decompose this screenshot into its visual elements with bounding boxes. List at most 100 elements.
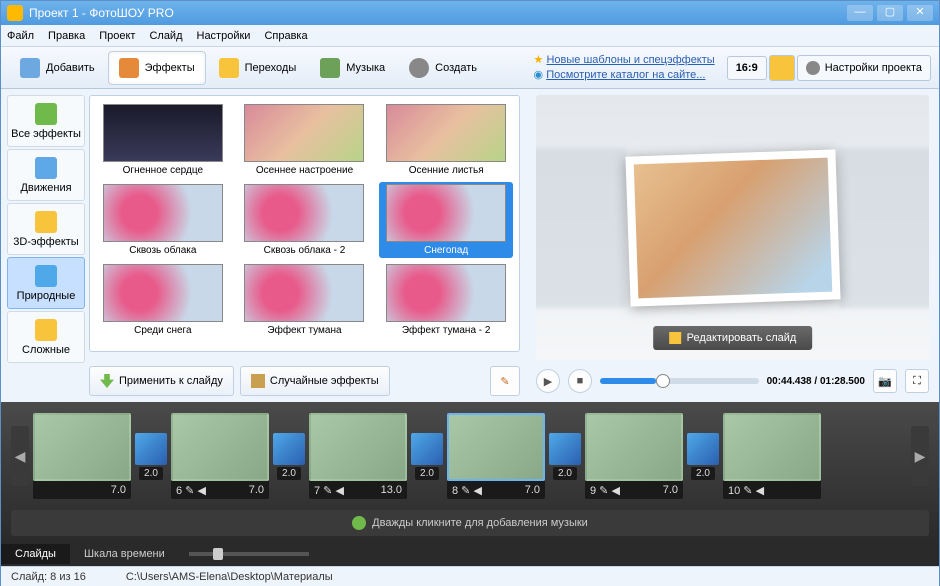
preview-image [625, 149, 840, 306]
transition-thumb[interactable]: 2.0 [135, 433, 167, 480]
transition-thumb[interactable]: 2.0 [411, 433, 443, 480]
tab-timeline[interactable]: Шкала времени [70, 544, 179, 564]
effect-label: Осеннее настроение [256, 165, 353, 176]
play-button[interactable]: ▶ [536, 369, 560, 393]
menu-Проект[interactable]: Проект [99, 30, 135, 42]
aspect-ratio-button[interactable]: 16:9 [727, 56, 767, 80]
catalog-link[interactable]: Посмотрите каталог на сайте... [546, 69, 705, 81]
category-label: Сложные [22, 344, 70, 356]
refresh-icon [352, 516, 366, 530]
effect-thumb[interactable]: Снегопад [379, 182, 513, 258]
display-mode-button[interactable] [769, 55, 795, 81]
random-effects-button[interactable]: Случайные эффекты [240, 366, 390, 396]
effect-preview [386, 184, 506, 242]
effect-thumb[interactable]: Среди снега [96, 262, 230, 338]
toolbar: Добавить Эффекты Переходы Музыка Создать… [1, 47, 939, 89]
effects-tab[interactable]: Эффекты [108, 51, 206, 85]
category-4[interactable]: Сложные [7, 311, 85, 363]
effect-label: Среди снега [134, 325, 191, 336]
brush-button[interactable]: ✎ [490, 366, 520, 396]
effect-preview [103, 104, 223, 162]
slide-thumb [585, 413, 683, 481]
effect-preview [244, 184, 364, 242]
note-icon [320, 58, 340, 78]
menu-Правка[interactable]: Правка [48, 30, 85, 42]
timeline-next-button[interactable]: ▶ [911, 426, 929, 486]
transition-preview [135, 433, 167, 465]
snapshot-button[interactable]: 📷 [873, 369, 897, 393]
palette-icon [119, 58, 139, 78]
category-label: Все эффекты [11, 128, 81, 140]
slide-duration: 7.0 [249, 484, 264, 496]
effects-gallery: Огненное сердце Осеннее настроение Осенние… [89, 95, 520, 352]
category-3[interactable]: Природные [7, 257, 85, 309]
tab-slides[interactable]: Слайды [1, 544, 70, 564]
slide-thumb [723, 413, 821, 481]
timeline-prev-button[interactable]: ◀ [11, 426, 29, 486]
transition-duration: 2.0 [139, 467, 163, 480]
slide-number: 8 ✎ ◀ [452, 484, 482, 497]
effect-label: Сквозь облака - 2 [264, 245, 346, 256]
timeline-slide[interactable]: 10 ✎ ◀ [723, 413, 821, 499]
effect-thumb[interactable]: Эффект тумана - 2 [379, 262, 513, 338]
templates-link[interactable]: Новые шаблоны и спецэффекты [546, 54, 714, 66]
effect-label: Снегопад [424, 245, 468, 256]
transition-thumb[interactable]: 2.0 [687, 433, 719, 480]
category-1[interactable]: Движения [7, 149, 85, 201]
effect-preview [244, 264, 364, 322]
slide-thumb [309, 413, 407, 481]
window-title: Проект 1 - ФотоШОУ PRO [29, 6, 847, 20]
time-display: 00:44.438 / 01:28.500 [767, 376, 865, 387]
effect-thumb[interactable]: Осенние листья [379, 102, 513, 178]
effect-thumb[interactable]: Сквозь облака - 2 [238, 182, 372, 258]
effect-thumb[interactable]: Осеннее настроение [238, 102, 372, 178]
menu-Справка[interactable]: Справка [264, 30, 307, 42]
timeline-slide[interactable]: 7 ✎ ◀13.0 [309, 413, 407, 499]
slide-number: 7 ✎ ◀ [314, 484, 344, 497]
music-hint: Дважды кликните для добавления музыки [372, 517, 588, 529]
fullscreen-button[interactable]: ⛶ [905, 369, 929, 393]
menu-Файл[interactable]: Файл [7, 30, 34, 42]
category-0[interactable]: Все эффекты [7, 95, 85, 147]
slide-thumb [171, 413, 269, 481]
statusbar: Слайд: 8 из 16 C:\Users\AMS-Elena\Deskto… [1, 566, 939, 586]
timeline-slide[interactable]: 8 ✎ ◀ 7.0 [447, 413, 545, 499]
stop-button[interactable]: ■ [568, 369, 592, 393]
star-icon [219, 58, 239, 78]
effect-thumb[interactable]: Сквозь облака [96, 182, 230, 258]
project-settings-button[interactable]: Настройки проекта [797, 55, 931, 81]
transition-duration: 2.0 [553, 467, 577, 480]
seek-slider[interactable] [600, 378, 759, 384]
create-tab[interactable]: Создать [398, 51, 488, 85]
category-2[interactable]: 3D-эффекты [7, 203, 85, 255]
transitions-tab[interactable]: Переходы [208, 51, 308, 85]
category-icon [35, 211, 57, 233]
music-track[interactable]: Дважды кликните для добавления музыки [11, 510, 929, 536]
timeline-slide[interactable]: 9 ✎ ◀7.0 [585, 413, 683, 499]
menu-Настройки[interactable]: Настройки [197, 30, 251, 42]
maximize-button[interactable]: ▢ [877, 5, 903, 21]
timeline-slide[interactable]: 6 ✎ ◀ 7.0 [171, 413, 269, 499]
timeline-slide[interactable]: 7.0 [33, 413, 131, 499]
slide-duration: 7.0 [525, 484, 540, 496]
music-tab[interactable]: Музыка [309, 51, 396, 85]
menu-Слайд[interactable]: Слайд [149, 30, 182, 42]
edit-slide-button[interactable]: Редактировать слайд [653, 326, 813, 350]
apply-to-slide-button[interactable]: Применить к слайду [89, 366, 234, 396]
minimize-button[interactable]: — [847, 5, 873, 21]
effect-thumb[interactable]: Огненное сердце [96, 102, 230, 178]
effect-label: Осенние листья [409, 165, 484, 176]
slide-duration: 7.0 [111, 484, 126, 496]
effect-thumb[interactable]: Эффект тумана [238, 262, 372, 338]
add-button[interactable]: Добавить [9, 51, 106, 85]
category-label: 3D-эффекты [13, 236, 78, 248]
transition-thumb[interactable]: 2.0 [273, 433, 305, 480]
close-button[interactable]: ✕ [907, 5, 933, 21]
transition-thumb[interactable]: 2.0 [549, 433, 581, 480]
category-label: Движения [20, 182, 71, 194]
category-list: Все эффекты Движения 3D-эффекты Природные Сл… [7, 95, 85, 396]
slide-number: 6 ✎ ◀ [176, 484, 206, 497]
category-icon [35, 319, 57, 341]
gear-icon [806, 61, 820, 75]
zoom-slider[interactable] [179, 552, 939, 556]
